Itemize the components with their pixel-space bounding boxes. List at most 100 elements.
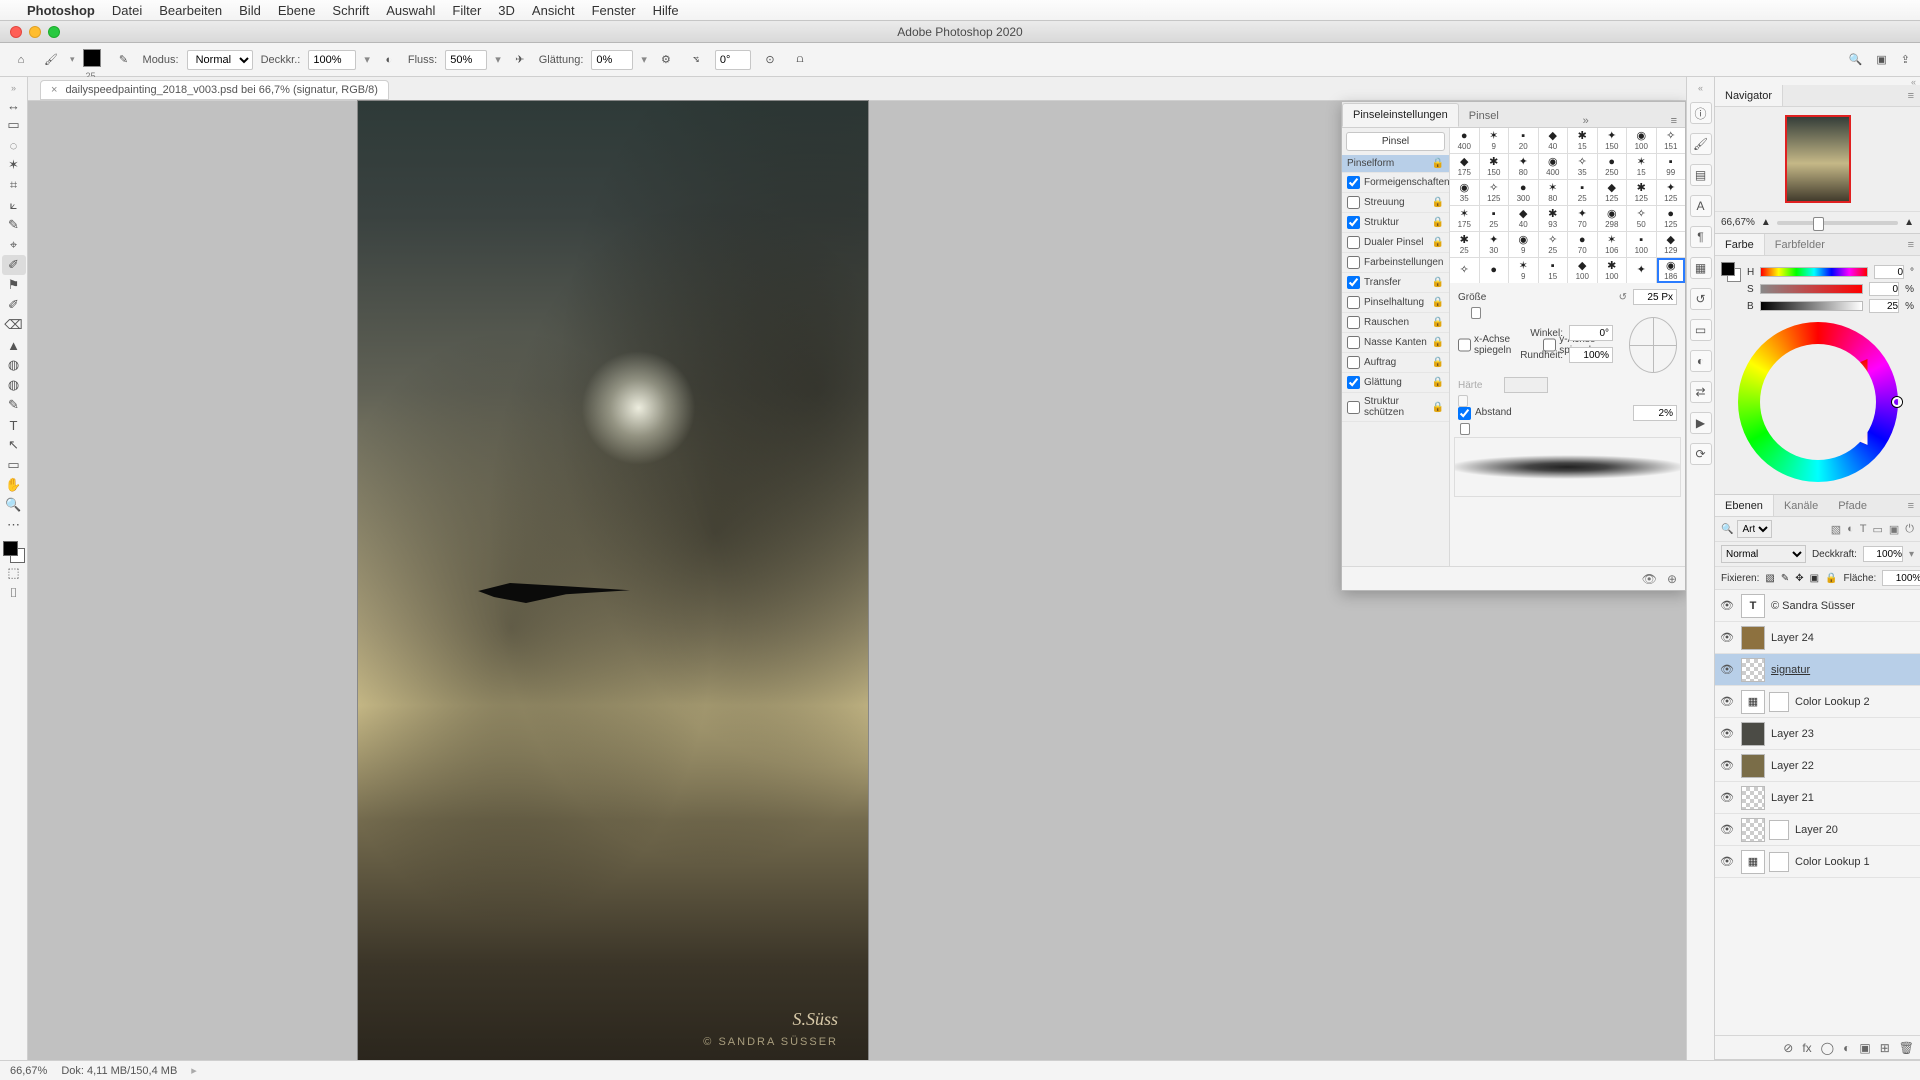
visibility-icon[interactable]: 👁 — [1719, 855, 1735, 868]
brush-tip[interactable]: ◆129 — [1657, 232, 1686, 257]
brush-tip[interactable]: ▪15 — [1539, 258, 1568, 283]
brush-tip[interactable]: ✦125 — [1657, 180, 1686, 205]
eyedropper-tool[interactable]: ✎ — [2, 215, 26, 235]
visibility-icon[interactable]: 👁 — [1719, 631, 1735, 644]
brush-tip[interactable]: ✧50 — [1627, 206, 1656, 231]
brush-tip[interactable]: ✦150 — [1598, 128, 1627, 153]
brush-tip[interactable]: ◉35 — [1450, 180, 1479, 205]
magic-wand-tool[interactable]: ✶ — [2, 155, 26, 175]
tab-swatches[interactable]: Farbfelder — [1765, 234, 1835, 255]
brush-tip[interactable]: ▪100 — [1627, 232, 1656, 257]
type-tool[interactable]: T — [2, 415, 26, 435]
angle-value-input[interactable] — [1569, 325, 1613, 341]
brush-section-9[interactable]: Nasse Kanten🔒 — [1342, 333, 1449, 353]
eraser-tool[interactable]: ⌫ — [2, 315, 26, 335]
filter-type-icon[interactable]: T — [1860, 523, 1867, 536]
visibility-icon[interactable]: 👁 — [1719, 823, 1735, 836]
brush-section-4[interactable]: Dualer Pinsel🔒 — [1342, 233, 1449, 253]
brush-tip[interactable]: ◆100 — [1568, 258, 1597, 283]
brush-tip[interactable]: ✱150 — [1480, 154, 1509, 179]
brush-tip[interactable]: ✧35 — [1568, 154, 1597, 179]
brush-tip[interactable]: ✶15 — [1627, 154, 1656, 179]
brush-tip[interactable]: ✦ — [1627, 258, 1656, 283]
move-tool[interactable]: ↔ — [2, 95, 26, 115]
brush-tip[interactable]: ◉9 — [1509, 232, 1538, 257]
channels-icon[interactable]: ⟳ — [1690, 443, 1712, 465]
visibility-icon[interactable]: 👁 — [1719, 727, 1735, 740]
layer-opacity-input[interactable] — [1863, 546, 1903, 562]
tab-color[interactable]: Farbe — [1715, 234, 1765, 255]
brush-tip[interactable]: ✧ — [1450, 258, 1479, 283]
3d-icon[interactable]: ⇄ — [1690, 381, 1712, 403]
menu-window[interactable]: Fenster — [592, 3, 636, 18]
menu-view[interactable]: Ansicht — [532, 3, 575, 18]
opacity-input[interactable] — [308, 50, 356, 70]
brush-tip[interactable]: ✱25 — [1450, 232, 1479, 257]
hand-tool[interactable]: ✋ — [2, 475, 26, 495]
tab-navigator[interactable]: Navigator — [1715, 85, 1783, 106]
visibility-icon[interactable]: 👁 — [1719, 663, 1735, 676]
visibility-icon[interactable]: 👁 — [1719, 759, 1735, 772]
lock-pos-icon[interactable]: ✥ — [1795, 573, 1803, 584]
zoom-slider[interactable] — [1777, 221, 1898, 225]
new-layer-icon[interactable]: ⊞ — [1880, 1041, 1890, 1055]
status-zoom[interactable]: 66,67% — [10, 1065, 47, 1077]
bri-slider[interactable] — [1760, 301, 1863, 311]
smoothing-input[interactable] — [591, 50, 633, 70]
brush-tip[interactable]: ◉298 — [1598, 206, 1627, 231]
filter-smart-icon[interactable]: ▣ — [1889, 523, 1899, 536]
character-icon[interactable]: A — [1690, 195, 1712, 217]
tab-channels[interactable]: Kanäle — [1774, 495, 1828, 516]
layer-row[interactable]: 👁T© Sandra Süsser — [1715, 590, 1920, 622]
brush-section-10[interactable]: Auftrag🔒 — [1342, 353, 1449, 373]
filter-shape-icon[interactable]: ▭ — [1872, 523, 1882, 536]
tab-brush-settings[interactable]: Pinseleinstellungen — [1342, 103, 1459, 127]
layer-row[interactable]: 👁▦Color Lookup 2 — [1715, 686, 1920, 718]
brush-tip[interactable]: ✦70 — [1568, 206, 1597, 231]
brush-tip[interactable]: ▪25 — [1568, 180, 1597, 205]
brush-tip[interactable]: ◆40 — [1509, 206, 1538, 231]
brush-settings-icon[interactable]: 🖌 — [1690, 133, 1712, 155]
brushes-button[interactable]: Pinsel — [1346, 132, 1445, 151]
menu-filter[interactable]: Filter — [452, 3, 481, 18]
actions-icon[interactable]: ▶ — [1690, 412, 1712, 434]
marquee-tool[interactable]: ▭ — [2, 115, 26, 135]
lock-all-icon[interactable]: 🔒 — [1825, 573, 1837, 584]
brush-tip[interactable]: ✱93 — [1539, 206, 1568, 231]
menu-select[interactable]: Auswahl — [386, 3, 435, 18]
crop-tool[interactable]: ⌗ — [2, 175, 26, 195]
filter-pixel-icon[interactable]: ▧ — [1831, 523, 1841, 536]
screen-mode-toggle[interactable]: ⌷ — [2, 583, 26, 603]
properties-icon[interactable]: ⓘ — [1690, 102, 1712, 124]
hue-input[interactable] — [1874, 265, 1904, 279]
brush-tool-icon[interactable]: 🖌 — [40, 49, 62, 71]
brush-tip[interactable]: ▪25 — [1480, 206, 1509, 231]
brush-tip[interactable]: ●400 — [1450, 128, 1479, 153]
zoom-out-icon[interactable]: ▲ — [1761, 217, 1771, 228]
navigator-menu-icon[interactable]: ≡ — [1902, 90, 1920, 102]
quickmask-toggle[interactable]: ⬚ — [2, 563, 26, 583]
angle-control[interactable] — [1629, 317, 1677, 373]
history-brush-tool[interactable]: ✐ — [2, 295, 26, 315]
lock-trans-icon[interactable]: ▧ — [1765, 573, 1774, 584]
brush-tip[interactable]: ◉400 — [1539, 154, 1568, 179]
more-tools[interactable]: ⋯ — [2, 515, 26, 535]
brush-tip[interactable]: ✧151 — [1657, 128, 1686, 153]
brush-tip[interactable]: ◉100 — [1627, 128, 1656, 153]
new-preset-icon[interactable]: ⊕ — [1667, 572, 1677, 586]
home-icon[interactable]: ⌂ — [10, 49, 32, 71]
history-icon[interactable]: ↺ — [1690, 288, 1712, 310]
menu-layer[interactable]: Ebene — [278, 3, 316, 18]
window-minimize-button[interactable] — [29, 26, 41, 38]
libraries-icon[interactable]: ▭ — [1690, 319, 1712, 341]
brush-section-11[interactable]: Glättung🔒 — [1342, 373, 1449, 393]
tab-layers[interactable]: Ebenen — [1715, 495, 1774, 516]
brush-tip[interactable]: ✱125 — [1627, 180, 1656, 205]
brush-tip[interactable]: ●125 — [1657, 206, 1686, 231]
menu-type[interactable]: Schrift — [332, 3, 369, 18]
brush-tool[interactable]: ✐ — [2, 255, 26, 275]
panel-collapse-icon[interactable]: » — [1575, 115, 1597, 127]
menu-3d[interactable]: 3D — [498, 3, 515, 18]
roundness-input[interactable] — [1569, 347, 1613, 363]
brush-panel-toggle-icon[interactable]: ✎ — [113, 49, 135, 71]
